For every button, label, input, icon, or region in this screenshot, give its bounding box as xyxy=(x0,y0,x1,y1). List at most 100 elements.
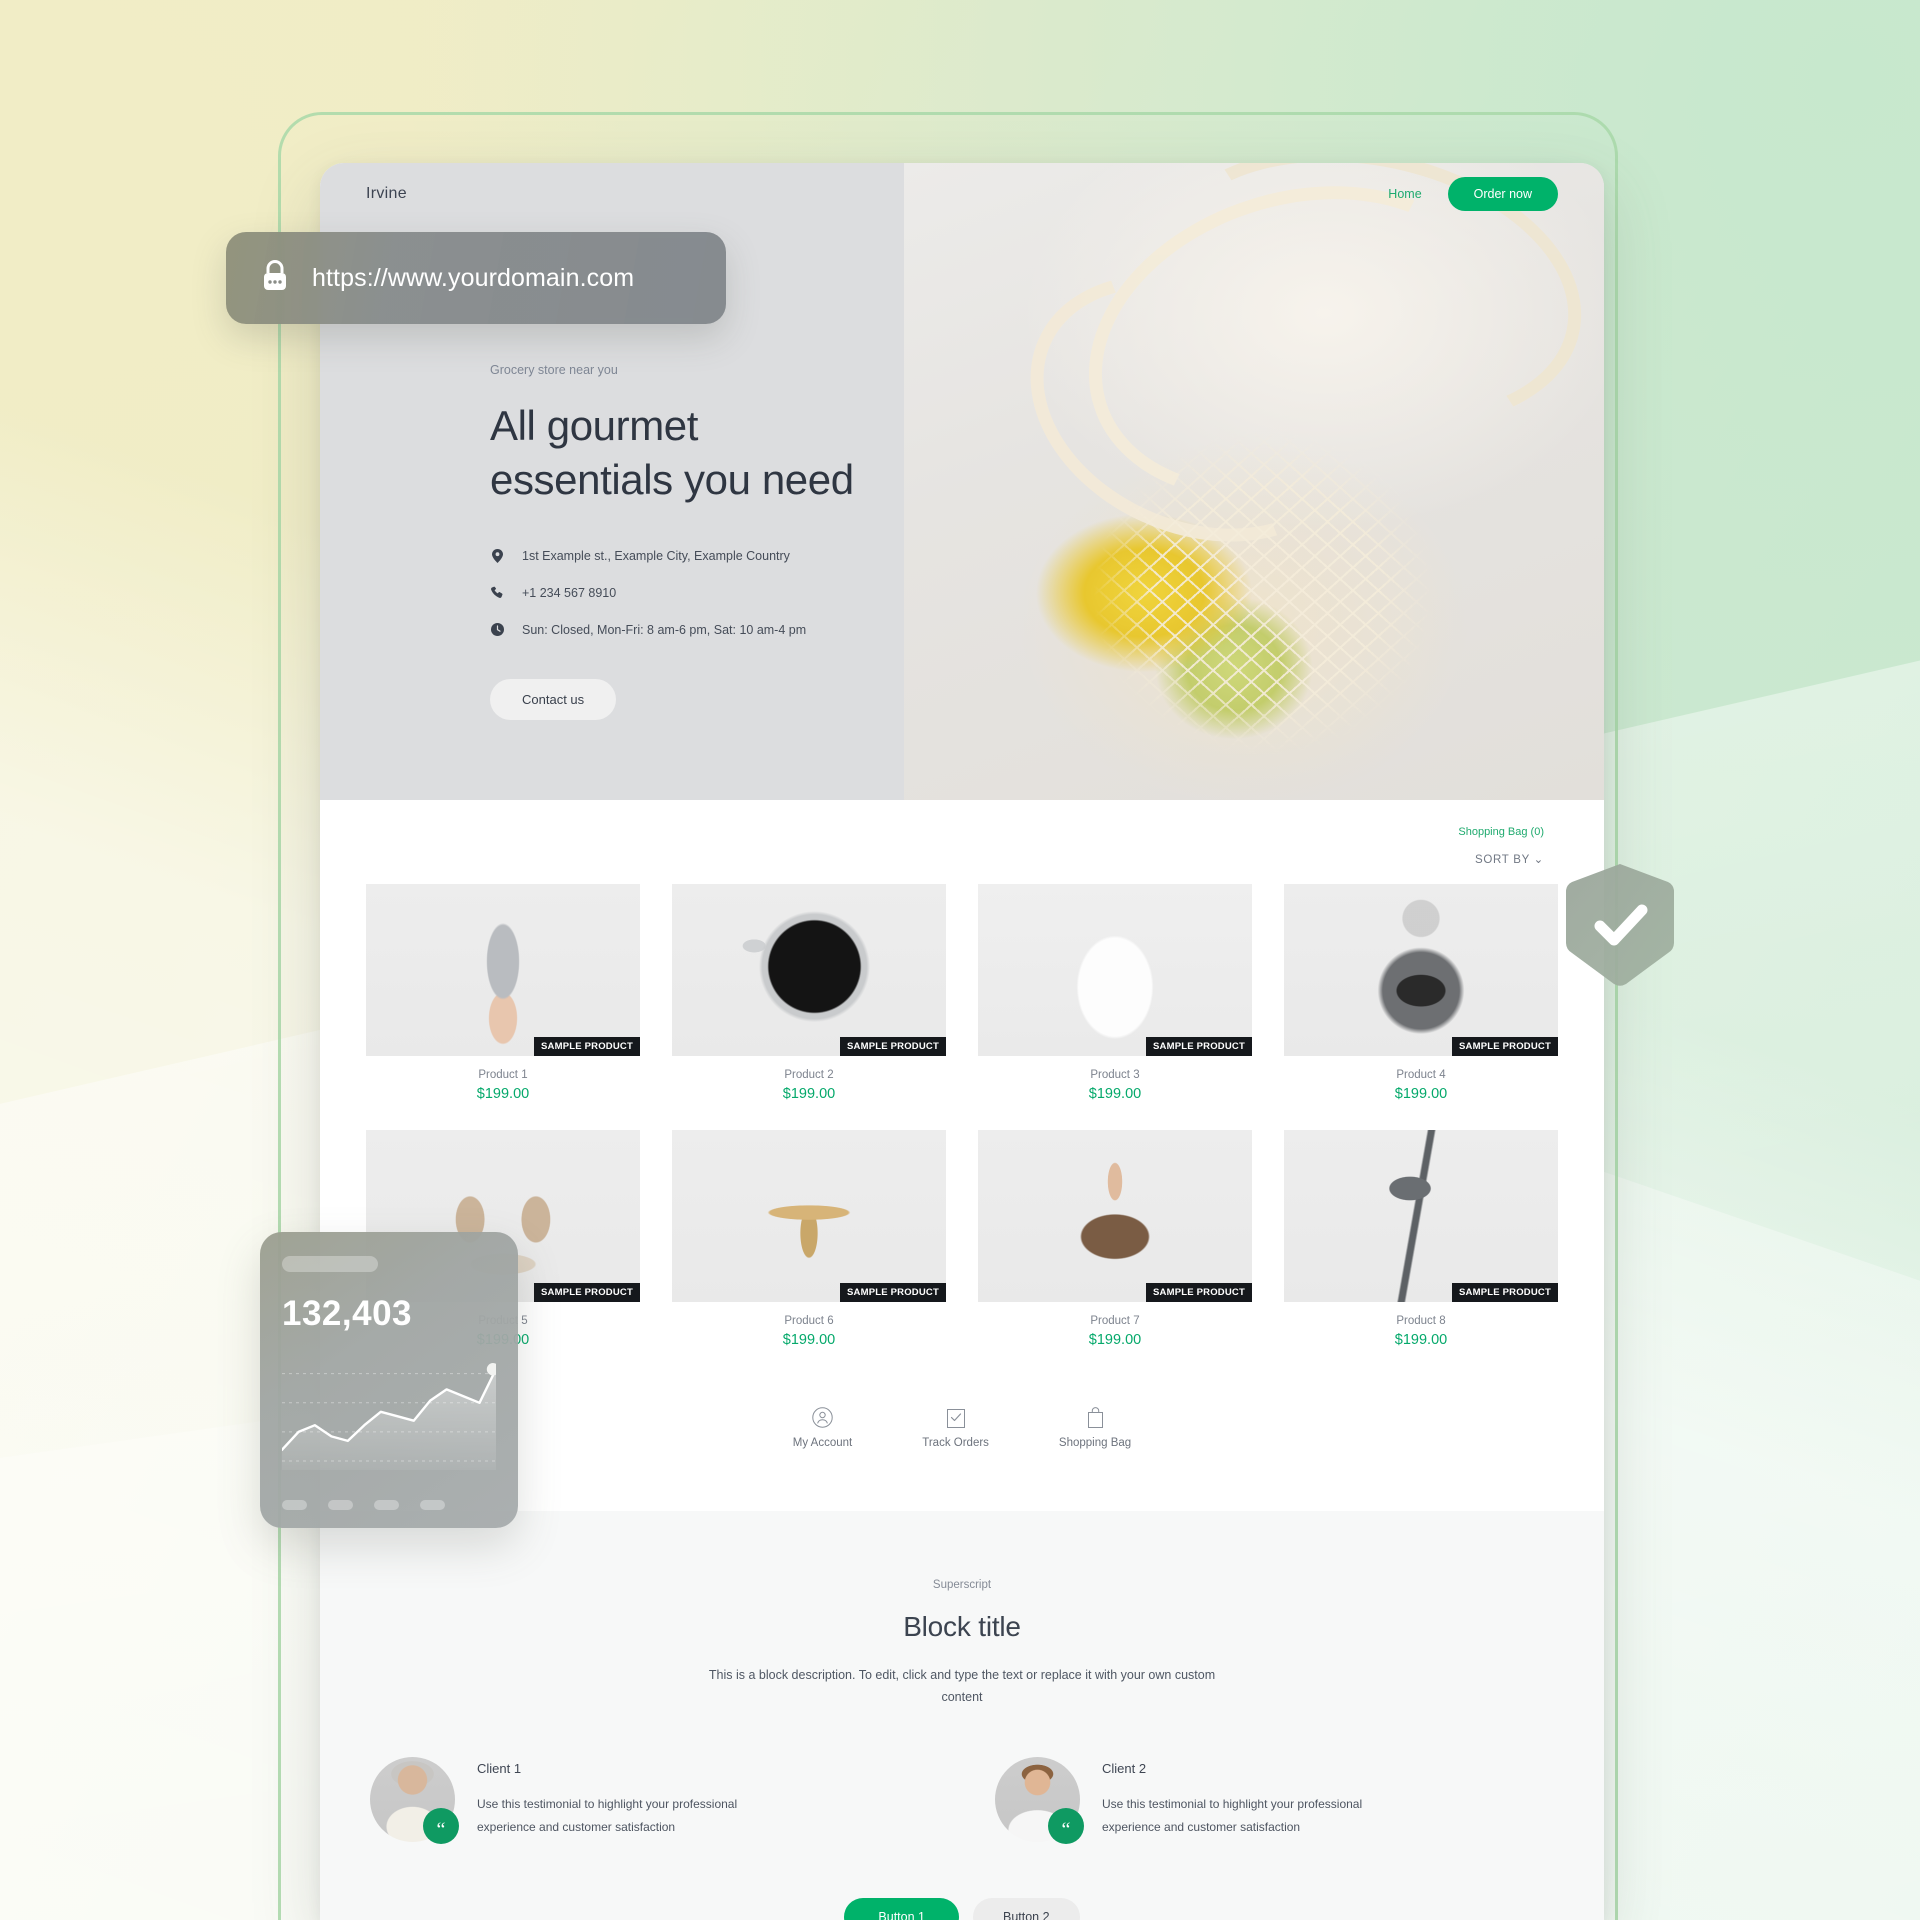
testimonial-card: “ Client 2 Use this testimonial to highl… xyxy=(995,1756,1554,1844)
block-description: This is a block description. To edit, cl… xyxy=(708,1668,1216,1704)
analytics-stat-card: 132,403 xyxy=(260,1232,518,1528)
hero-title: All gourmet essentials you need xyxy=(490,399,854,507)
testimonial-body: Client 2 Use this testimonial to highlig… xyxy=(1102,1757,1402,1840)
skeleton-pill xyxy=(374,1500,399,1510)
quote-badge-icon: “ xyxy=(1048,1807,1084,1844)
contact-info-list: 1st Example st., Example City, Example C… xyxy=(490,548,854,637)
utility-links: My Account Track Orders Shopping Bag xyxy=(366,1348,1558,1511)
url-text: https://www.yourdomain.com xyxy=(312,263,635,292)
utility-link-shopping-bag[interactable]: Shopping Bag xyxy=(1059,1406,1131,1449)
product-card[interactable]: SAMPLE PRODUCT Product 7 $199.00 xyxy=(978,1130,1252,1348)
shield-check-badge xyxy=(1560,862,1680,990)
product-card[interactable]: SAMPLE PRODUCT Product 4 $199.00 xyxy=(1284,884,1558,1102)
block-title: Block title xyxy=(903,1611,1021,1642)
contact-row-address: 1st Example st., Example City, Example C… xyxy=(490,548,854,563)
product-name: Product 4 xyxy=(1396,1069,1446,1081)
product-thumbnail[interactable]: SAMPLE PRODUCT xyxy=(1284,1130,1558,1302)
testimonial-text: Use this testimonial to highlight your p… xyxy=(477,1796,738,1835)
sort-by-label: SORT BY xyxy=(1474,854,1530,866)
product-name: Product 2 xyxy=(784,1069,834,1081)
product-price: $199.00 xyxy=(782,1332,836,1348)
skeleton-axis-labels xyxy=(282,1500,496,1510)
product-name: Product 3 xyxy=(1090,1069,1140,1081)
skeleton-title-bar xyxy=(282,1256,378,1272)
contact-address-text: 1st Example st., Example City, Example C… xyxy=(522,548,790,563)
product-thumbnail[interactable]: SAMPLE PRODUCT xyxy=(978,884,1252,1056)
line-chart xyxy=(280,1350,500,1492)
product-name: Product 7 xyxy=(1090,1315,1140,1327)
contact-us-button[interactable]: Contact us xyxy=(490,678,617,720)
phone-icon xyxy=(490,586,504,599)
product-name: Product 8 xyxy=(1396,1315,1446,1327)
block-button-primary[interactable]: Button 1 xyxy=(844,1897,959,1920)
product-name: Product 1 xyxy=(478,1069,528,1081)
shield-check-icon xyxy=(1566,864,1674,986)
product-price: $199.00 xyxy=(1088,1332,1142,1348)
utility-link-my-account[interactable]: My Account xyxy=(793,1406,852,1449)
sort-by-dropdown[interactable]: SORT BY ⌄ xyxy=(366,852,1544,866)
product-price: $199.00 xyxy=(1394,1332,1448,1348)
clock-icon xyxy=(490,623,504,636)
contact-row-hours: Sun: Closed, Mon-Fri: 8 am-6 pm, Sat: 10… xyxy=(490,623,854,637)
shopping-bag-icon xyxy=(1059,1406,1131,1428)
location-pin-icon xyxy=(490,548,504,563)
hero-title-line-2: essentials you need xyxy=(490,455,854,503)
utility-label: My Account xyxy=(792,1437,853,1449)
header-nav: Home Order now xyxy=(1388,177,1558,211)
order-now-button[interactable]: Order now xyxy=(1447,177,1558,211)
url-bar-callout[interactable]: https://www.yourdomain.com xyxy=(226,232,726,324)
block-superscript: Superscript xyxy=(932,1579,992,1591)
sample-product-tag: SAMPLE PRODUCT xyxy=(840,1037,946,1056)
nav-item-home[interactable]: Home xyxy=(1388,187,1421,201)
user-circle-icon xyxy=(793,1406,852,1428)
block-button-secondary[interactable]: Button 2 xyxy=(973,1897,1080,1920)
testimonial-name: Client 1 xyxy=(477,1760,522,1776)
product-card[interactable]: SAMPLE PRODUCT Product 8 $199.00 xyxy=(1284,1130,1558,1348)
lock-icon xyxy=(260,259,290,298)
skeleton-pill xyxy=(328,1500,353,1510)
contact-row-phone: +1 234 567 8910 xyxy=(490,586,854,600)
product-thumbnail[interactable]: SAMPLE PRODUCT xyxy=(1284,884,1558,1056)
sample-product-tag: SAMPLE PRODUCT xyxy=(1452,1283,1558,1302)
product-thumbnail[interactable]: SAMPLE PRODUCT xyxy=(672,1130,946,1302)
shop-toolbar: Shopping Bag (0) SORT BY ⌄ xyxy=(366,822,1558,866)
utility-label: Track Orders xyxy=(922,1437,989,1449)
shopping-bag-link[interactable]: Shopping Bag (0) xyxy=(1458,826,1544,838)
hero-title-line-1: All gourmet xyxy=(490,402,699,449)
hero-photo-mesh-bag xyxy=(904,163,1604,800)
testimonials-row: “ Client 1 Use this testimonial to highl… xyxy=(366,1756,1558,1844)
product-thumbnail[interactable]: SAMPLE PRODUCT xyxy=(672,884,946,1056)
product-thumbnail[interactable]: SAMPLE PRODUCT xyxy=(366,884,640,1056)
product-card[interactable]: SAMPLE PRODUCT Product 3 $199.00 xyxy=(978,884,1252,1102)
product-name: Product 6 xyxy=(784,1315,834,1327)
testimonial-name: Client 2 xyxy=(1102,1760,1147,1776)
utility-link-track-orders[interactable]: Track Orders xyxy=(922,1406,989,1449)
testimonial-avatar-wrap: “ xyxy=(995,1756,1084,1844)
chevron-down-icon: ⌄ xyxy=(1533,854,1544,866)
product-price: $199.00 xyxy=(476,1086,530,1102)
site-logo[interactable]: Irvine xyxy=(366,185,407,203)
sample-product-tag: SAMPLE PRODUCT xyxy=(1452,1037,1558,1056)
product-price: $199.00 xyxy=(1394,1086,1448,1102)
product-card[interactable]: SAMPLE PRODUCT Product 2 $199.00 xyxy=(672,884,946,1102)
browser-window-mockup: Irvine Home Order now Grocery store near… xyxy=(320,163,1604,1920)
mesh-bag-texture xyxy=(1054,413,1474,800)
sample-product-tag: SAMPLE PRODUCT xyxy=(1146,1283,1252,1302)
sample-product-tag: SAMPLE PRODUCT xyxy=(534,1037,640,1056)
product-thumbnail[interactable]: SAMPLE PRODUCT xyxy=(978,1130,1252,1302)
contact-phone-text: +1 234 567 8910 xyxy=(522,585,617,600)
stat-value: 132,403 xyxy=(282,1294,413,1333)
skeleton-pill xyxy=(420,1500,445,1510)
utility-label: Shopping Bag xyxy=(1058,1437,1132,1449)
site-header: Irvine Home Order now xyxy=(320,163,1604,225)
hero-copy: Grocery store near you All gourmet essen… xyxy=(490,363,854,720)
quote-badge-icon: “ xyxy=(423,1807,459,1844)
testimonial-card: “ Client 1 Use this testimonial to highl… xyxy=(370,1756,929,1844)
product-grid: SAMPLE PRODUCT Product 1 $199.00 SAMPLE PRO… xyxy=(366,884,1558,1348)
content-block-section: Superscript Block title This is a block … xyxy=(320,1511,1604,1920)
product-card[interactable]: SAMPLE PRODUCT Product 6 $199.00 xyxy=(672,1130,946,1348)
product-card[interactable]: SAMPLE PRODUCT Product 1 $199.00 xyxy=(366,884,640,1102)
product-price: $199.00 xyxy=(782,1086,836,1102)
hero-eyebrow: Grocery store near you xyxy=(490,363,618,377)
skeleton-pill xyxy=(282,1500,307,1510)
